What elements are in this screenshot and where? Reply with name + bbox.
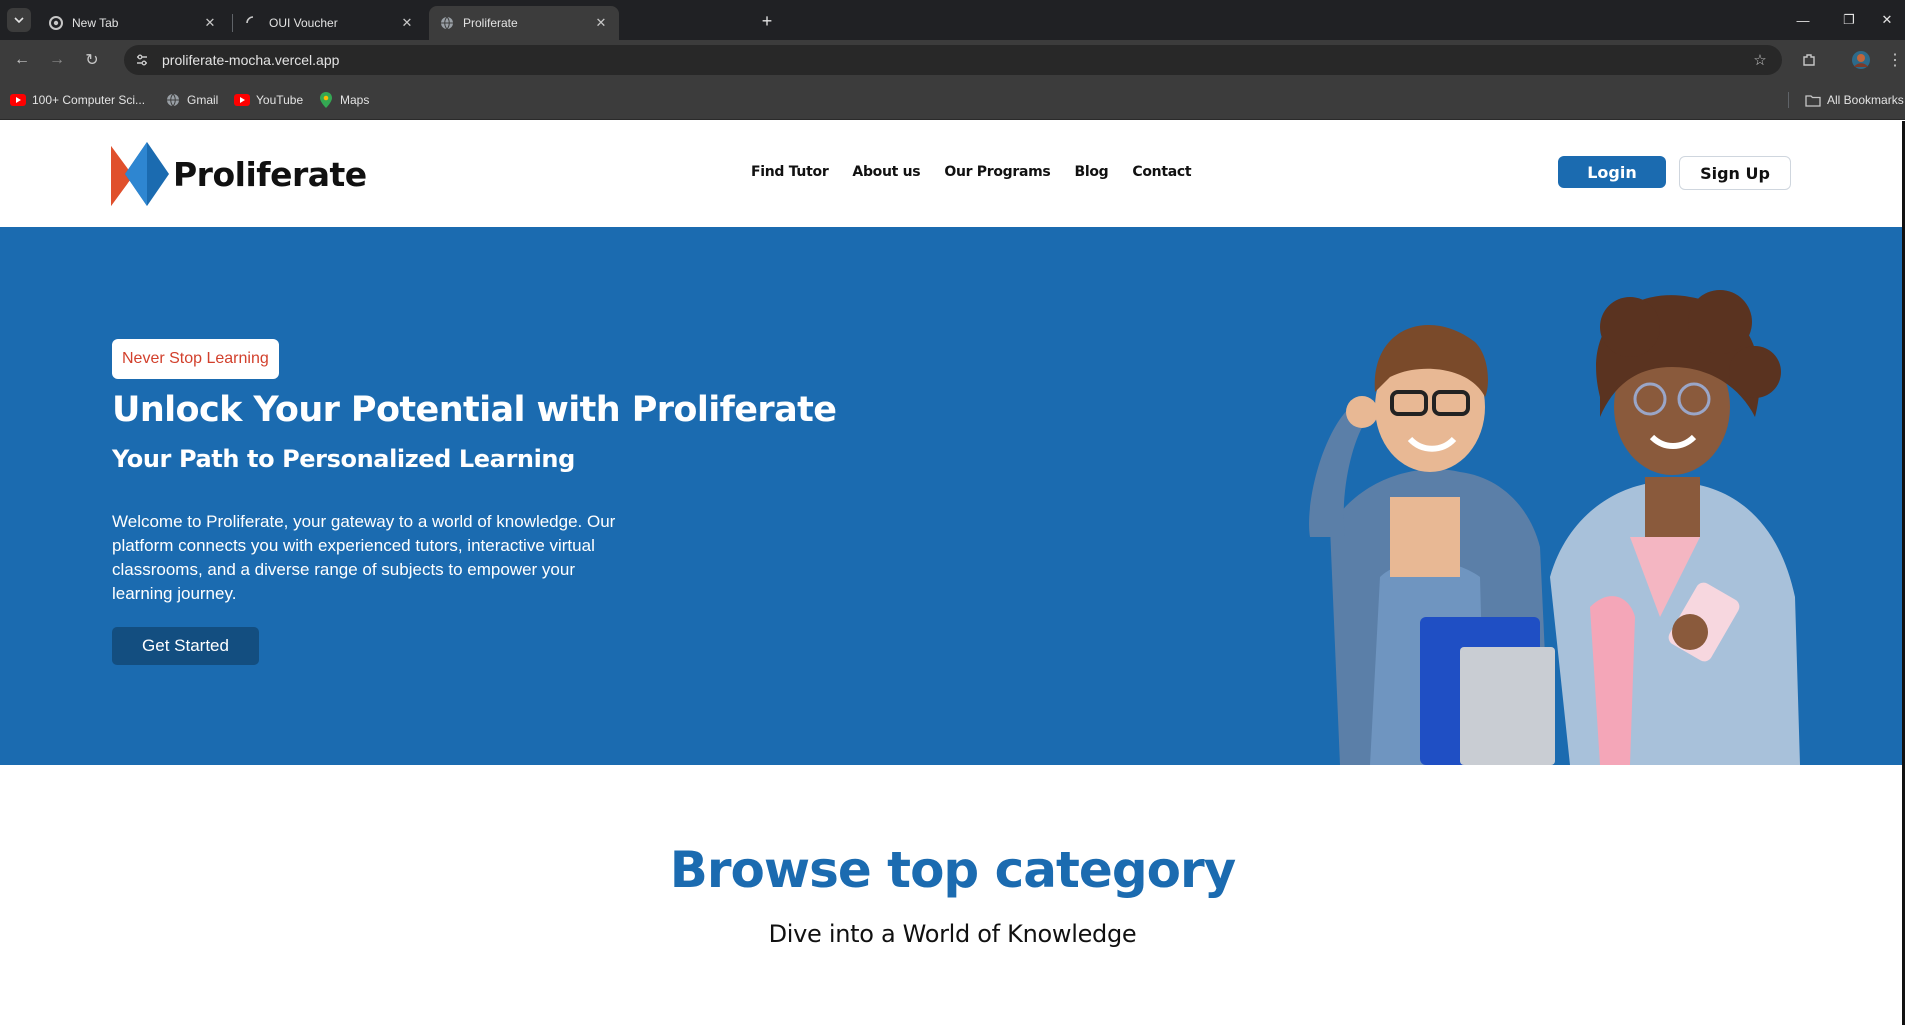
tab-oui-voucher[interactable]: OUI Voucher ✕ bbox=[235, 6, 425, 40]
address-bar[interactable]: proliferate-mocha.vercel.app ☆ bbox=[124, 45, 1782, 75]
hero-subtitle: Your Path to Personalized Learning bbox=[112, 445, 575, 473]
tab-title: OUI Voucher bbox=[269, 16, 338, 30]
profile-avatar[interactable] bbox=[1849, 48, 1873, 72]
main-nav: Find Tutor About us Our Programs Blog Co… bbox=[751, 164, 1192, 180]
reload-icon[interactable]: ↻ bbox=[80, 48, 104, 72]
student-girl-figure bbox=[1550, 290, 1800, 765]
login-button[interactable]: Login bbox=[1558, 156, 1666, 188]
bookmark-star-icon[interactable]: ☆ bbox=[1750, 50, 1770, 70]
close-icon[interactable]: ✕ bbox=[399, 15, 415, 31]
bookmark-maps[interactable]: Maps bbox=[318, 90, 369, 110]
site-info-icon[interactable] bbox=[130, 48, 154, 72]
folder-icon bbox=[1805, 92, 1821, 108]
signup-button[interactable]: Sign Up bbox=[1679, 156, 1791, 190]
bookmark-youtube[interactable]: YouTube bbox=[234, 90, 303, 110]
bookmark-gmail[interactable]: Gmail bbox=[165, 90, 218, 110]
bookmark-label: Gmail bbox=[187, 93, 219, 107]
bookmark-computer-sci[interactable]: 100+ Computer Sci... bbox=[10, 90, 145, 110]
web-page: Proliferate Find Tutor About us Our Prog… bbox=[0, 121, 1905, 1025]
browse-title: Browse top category bbox=[669, 841, 1236, 899]
all-bookmarks[interactable]: All Bookmarks bbox=[1805, 90, 1904, 110]
browser-toolbar: ← → ↻ proliferate-mocha.vercel.app ☆ ⋮ bbox=[0, 40, 1905, 80]
chevron-down-icon bbox=[14, 17, 24, 24]
get-started-button[interactable]: Get Started bbox=[112, 627, 259, 665]
hero-section: Never Stop Learning Unlock Your Potentia… bbox=[0, 227, 1905, 765]
hero-badge: Never Stop Learning bbox=[112, 339, 279, 379]
nav-about-us[interactable]: About us bbox=[852, 164, 920, 180]
browse-subtitle: Dive into a World of Knowledge bbox=[768, 920, 1137, 948]
browser-tab-bar: New Tab ✕ OUI Voucher ✕ Proliferate ✕ + … bbox=[0, 0, 1905, 40]
minimize-icon[interactable]: — bbox=[1785, 6, 1821, 34]
globe-icon bbox=[165, 92, 181, 108]
youtube-icon bbox=[10, 92, 26, 108]
students-illustration bbox=[1309, 290, 1800, 765]
close-icon[interactable]: ✕ bbox=[202, 15, 218, 31]
bookmark-label: YouTube bbox=[256, 93, 304, 107]
bookmark-label: All Bookmarks bbox=[1827, 93, 1904, 107]
close-icon[interactable]: ✕ bbox=[593, 15, 609, 31]
restore-icon[interactable]: ❐ bbox=[1831, 6, 1867, 34]
site-logo[interactable]: Proliferate bbox=[111, 142, 367, 206]
menu-dots-icon[interactable]: ⋮ bbox=[1883, 48, 1905, 72]
extensions-icon[interactable] bbox=[1797, 48, 1821, 72]
youtube-icon bbox=[234, 92, 250, 108]
url-text: proliferate-mocha.vercel.app bbox=[162, 52, 340, 68]
nav-blog[interactable]: Blog bbox=[1074, 164, 1108, 180]
hero-title: Unlock Your Potential with Proliferate bbox=[112, 390, 837, 430]
tab-separator bbox=[232, 14, 233, 32]
window-close-icon[interactable]: ✕ bbox=[1869, 6, 1905, 34]
tab-title: New Tab bbox=[72, 16, 119, 30]
chrome-icon bbox=[48, 15, 64, 31]
forward-arrow-icon[interactable]: → bbox=[45, 48, 69, 72]
bookmark-separator bbox=[1788, 92, 1789, 108]
logo-icon bbox=[111, 142, 169, 206]
student-boy-figure bbox=[1309, 324, 1555, 765]
bookmark-label: 100+ Computer Sci... bbox=[32, 93, 146, 107]
maps-icon bbox=[318, 92, 334, 108]
nav-find-tutor[interactable]: Find Tutor bbox=[751, 164, 829, 180]
tab-title: Proliferate bbox=[463, 16, 518, 30]
tab-proliferate[interactable]: Proliferate ✕ bbox=[429, 6, 619, 40]
new-tab-button[interactable]: + bbox=[756, 10, 778, 32]
back-arrow-icon[interactable]: ← bbox=[10, 48, 34, 72]
tab-search-button[interactable] bbox=[7, 8, 31, 32]
brand-name: Proliferate bbox=[173, 154, 367, 194]
site-header: Proliferate Find Tutor About us Our Prog… bbox=[0, 121, 1905, 227]
globe-icon bbox=[439, 15, 455, 31]
bookmarks-bar: 100+ Computer Sci... Gmail YouTube Maps … bbox=[0, 80, 1905, 120]
tab-new-tab[interactable]: New Tab ✕ bbox=[38, 6, 228, 40]
hero-description: Welcome to Proliferate, your gateway to … bbox=[112, 512, 616, 603]
nav-our-programs[interactable]: Our Programs bbox=[944, 164, 1050, 180]
loading-icon bbox=[245, 15, 261, 31]
nav-contact[interactable]: Contact bbox=[1132, 164, 1191, 180]
bookmark-label: Maps bbox=[340, 93, 370, 107]
